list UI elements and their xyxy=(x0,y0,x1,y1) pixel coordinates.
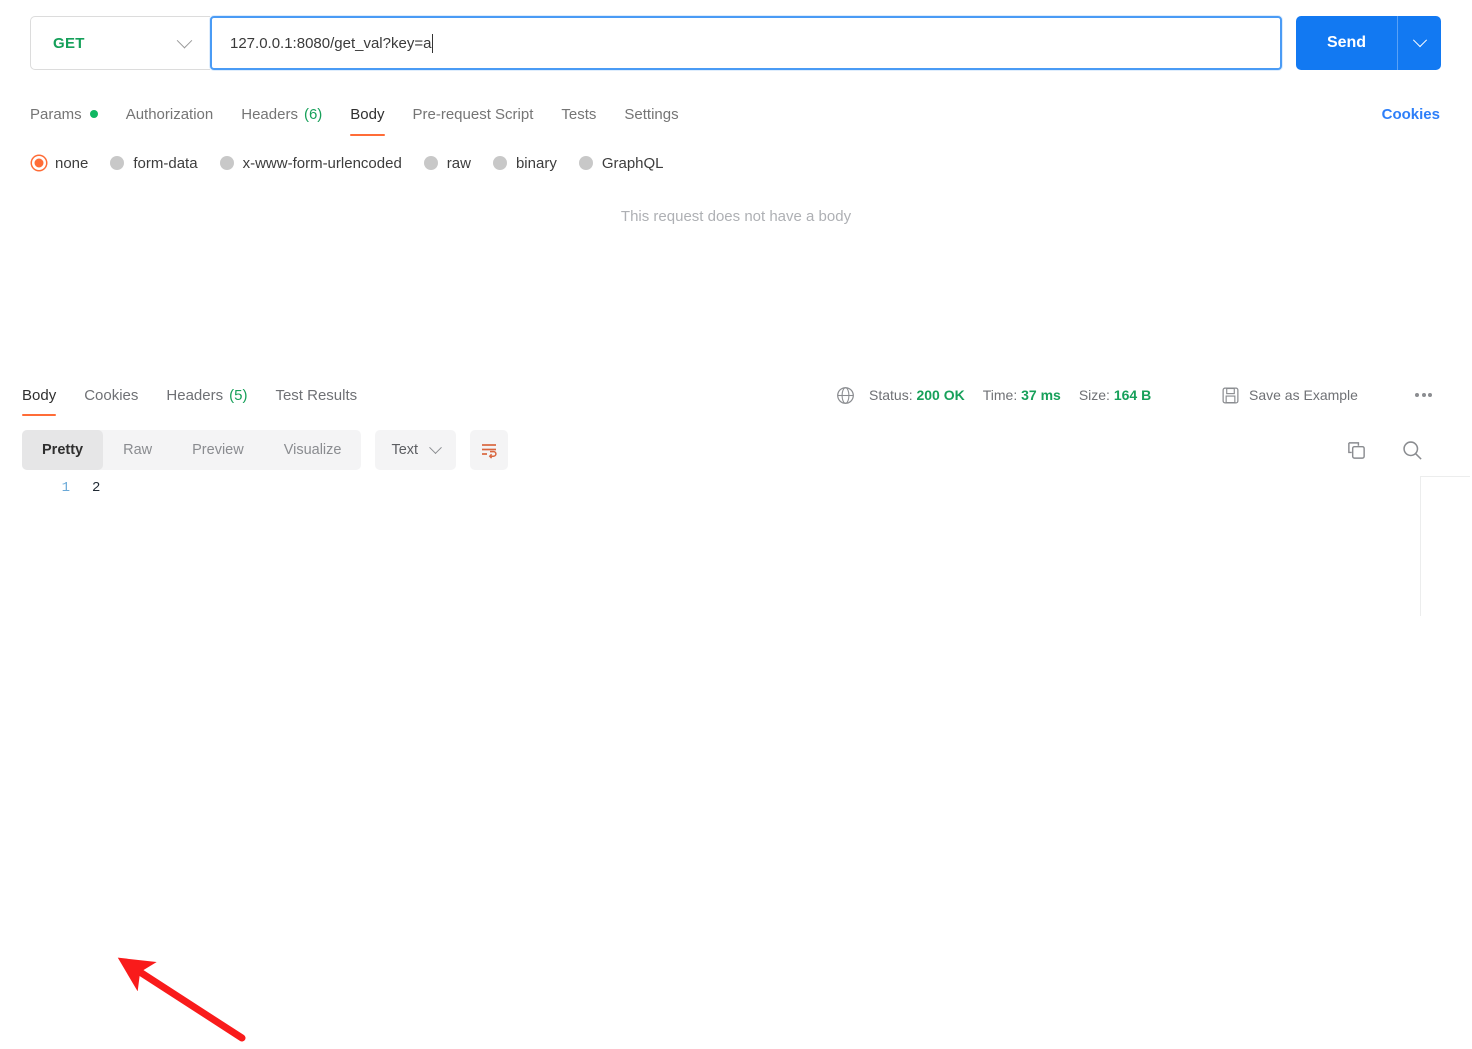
response-body-viewer[interactable]: 1 2 xyxy=(0,474,1472,1042)
tab-headers[interactable]: Headers (6) xyxy=(227,96,336,132)
request-tabs: Params Authorization Headers (6) Body Pr… xyxy=(30,96,693,136)
tab-params-label: Params xyxy=(30,105,82,123)
time-label: Time: xyxy=(982,387,1018,403)
response-tab-headers[interactable]: Headers (5) xyxy=(152,378,261,412)
response-side-divider-top xyxy=(1420,476,1470,477)
radio-icon xyxy=(110,156,125,170)
search-icon[interactable] xyxy=(1401,439,1424,462)
dot-icon xyxy=(1415,393,1419,397)
response-tabs: Body Cookies Headers (5) Test Results xyxy=(22,378,371,416)
url-input[interactable]: 127.0.0.1:8080/get_val?key=a xyxy=(210,16,1282,70)
text-cursor xyxy=(432,33,434,53)
chevron-down-icon xyxy=(429,440,442,454)
time-group[interactable]: Time: 37 ms xyxy=(983,387,1061,403)
status-code-group[interactable]: Status: 200 OK xyxy=(869,387,965,403)
tab-tests[interactable]: Tests xyxy=(547,96,610,132)
response-tab-cookies[interactable]: Cookies xyxy=(70,378,152,412)
body-type-radio-group: none form-data x-www-form-urlencoded raw… xyxy=(32,148,664,178)
tab-pre-request-script[interactable]: Pre-request Script xyxy=(399,96,548,132)
status-value: 200 OK xyxy=(916,387,965,403)
tab-settings-label: Settings xyxy=(624,105,679,123)
body-type-binary-label: binary xyxy=(515,154,557,172)
body-type-urlencoded-label: x-www-form-urlencoded xyxy=(242,154,402,172)
tab-body[interactable]: Body xyxy=(336,96,398,136)
tab-body-label: Body xyxy=(350,105,385,123)
body-type-raw-label: raw xyxy=(446,154,471,172)
response-tab-headers-count: (5) xyxy=(229,386,248,404)
response-tab-test-results-label: Test Results xyxy=(275,386,358,404)
params-modified-dot-icon xyxy=(89,110,98,118)
response-more-options-button[interactable] xyxy=(1415,378,1432,412)
body-type-binary[interactable]: binary xyxy=(492,154,557,172)
cookies-link[interactable]: Cookies xyxy=(1382,96,1440,132)
body-type-form-data-label: form-data xyxy=(133,154,198,172)
dot-icon xyxy=(1421,393,1426,397)
url-input-value: 127.0.0.1:8080/get_val?key=a xyxy=(230,34,432,52)
word-wrap-toggle[interactable] xyxy=(470,430,509,470)
save-as-example-button[interactable]: Save as Example xyxy=(1222,378,1358,412)
response-view-mode-group: Pretty Raw Preview Visualize xyxy=(22,430,362,470)
tab-settings[interactable]: Settings xyxy=(610,96,692,132)
radio-icon xyxy=(492,156,507,170)
word-wrap-icon xyxy=(482,444,497,459)
body-type-raw[interactable]: raw xyxy=(423,154,471,172)
response-tab-body-label: Body xyxy=(22,386,57,404)
save-as-example-label: Save as Example xyxy=(1249,387,1358,403)
radio-icon xyxy=(578,156,593,170)
response-status-bar: Status: 200 OK Time: 37 ms Size: 164 B xyxy=(836,378,1169,412)
radio-icon xyxy=(423,156,438,170)
tab-tests-label: Tests xyxy=(561,105,597,123)
size-label: Size: xyxy=(1078,387,1110,403)
tab-authorization-label: Authorization xyxy=(125,105,214,123)
response-tab-headers-label: Headers xyxy=(166,386,224,404)
tab-params[interactable]: Params xyxy=(30,96,112,132)
response-tab-cookies-label: Cookies xyxy=(84,386,139,404)
tab-pre-request-script-label: Pre-request Script xyxy=(412,105,534,123)
body-type-graphql-label: GraphQL xyxy=(601,154,664,172)
tab-authorization[interactable]: Authorization xyxy=(112,96,228,132)
empty-body-message: This request does not have a body xyxy=(620,208,852,225)
response-action-icons xyxy=(1346,430,1424,470)
tab-headers-label: Headers xyxy=(241,105,298,123)
time-value: 37 ms xyxy=(1021,387,1061,403)
body-type-graphql[interactable]: GraphQL xyxy=(578,154,664,172)
size-group[interactable]: Size: 164 B xyxy=(1079,387,1151,403)
annotation-arrow xyxy=(117,957,246,1042)
body-type-urlencoded[interactable]: x-www-form-urlencoded xyxy=(219,154,402,172)
body-type-none[interactable]: none xyxy=(32,155,88,172)
dot-icon xyxy=(1428,393,1432,397)
globe-icon xyxy=(837,386,854,404)
response-side-divider xyxy=(1420,476,1421,616)
response-view-toolbar: Pretty Raw Preview Visualize Text xyxy=(22,430,509,470)
copy-icon[interactable] xyxy=(1346,440,1367,461)
request-url-bar: GET 127.0.0.1:8080/get_val?key=a Send xyxy=(0,0,1472,88)
body-type-none-label: none xyxy=(55,154,89,172)
line-number: 1 xyxy=(61,480,70,496)
view-mode-preview[interactable]: Preview xyxy=(172,430,264,470)
response-format-selector[interactable]: Text xyxy=(375,430,457,470)
http-method-selector[interactable]: GET xyxy=(30,16,210,70)
code-line: 1 2 xyxy=(40,480,101,496)
chevron-down-icon xyxy=(176,32,193,48)
send-options-button[interactable] xyxy=(1398,16,1441,70)
tab-headers-count: (6) xyxy=(303,105,323,123)
save-icon xyxy=(1222,387,1239,403)
view-mode-raw[interactable]: Raw xyxy=(103,430,172,470)
status-label: Status: xyxy=(869,387,913,403)
response-tab-body[interactable]: Body xyxy=(22,378,70,416)
response-tab-test-results[interactable]: Test Results xyxy=(261,378,371,412)
radio-selected-icon xyxy=(32,156,46,170)
line-content: 2 xyxy=(92,480,101,496)
send-button[interactable]: Send xyxy=(1296,16,1397,70)
radio-icon xyxy=(219,156,234,170)
size-value: 164 B xyxy=(1113,387,1152,403)
body-type-form-data[interactable]: form-data xyxy=(110,154,198,172)
method-url-group: GET 127.0.0.1:8080/get_val?key=a xyxy=(30,16,1282,70)
view-mode-pretty[interactable]: Pretty xyxy=(22,430,104,470)
view-mode-visualize[interactable]: Visualize xyxy=(264,430,362,470)
response-format-value: Text xyxy=(391,442,419,458)
http-method-label: GET xyxy=(53,34,85,52)
chevron-down-icon xyxy=(1412,33,1427,48)
send-button-group: Send xyxy=(1296,16,1441,70)
